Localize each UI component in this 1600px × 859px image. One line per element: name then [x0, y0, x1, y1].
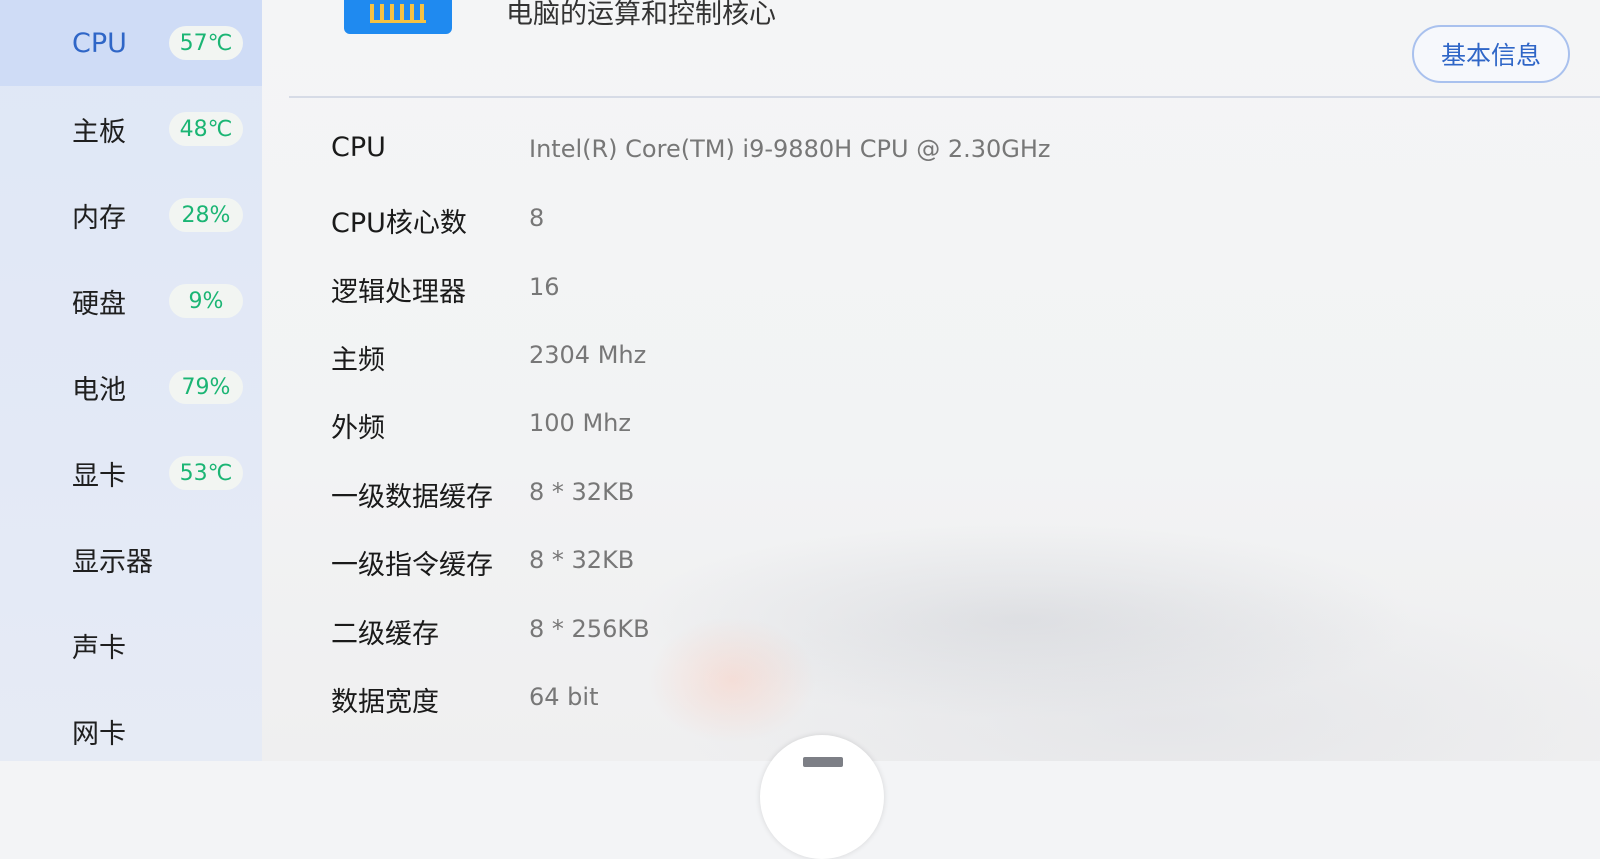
sidebar-item-network[interactable]: 网卡	[0, 688, 262, 761]
spec-value: 100 Mhz	[529, 409, 631, 437]
sidebar-item-label: 主板	[72, 116, 126, 148]
spec-label: 一级指令缓存	[331, 550, 493, 581]
spec-label: 二级缓存	[331, 619, 439, 650]
spec-value: 8 * 32KB	[529, 478, 635, 506]
temperature-badge: 48℃	[169, 112, 243, 146]
spec-row: CPU核心数 8	[262, 201, 1600, 251]
basic-info-button[interactable]: 基本信息	[1412, 25, 1570, 83]
spec-label: 外频	[331, 413, 385, 444]
spec-row: 数据宽度 64 bit	[262, 680, 1600, 730]
sidebar-item-cpu[interactable]: CPU 57℃	[0, 0, 262, 86]
sidebar-item-label: 电池	[72, 374, 126, 406]
floating-action-button[interactable]	[760, 735, 884, 859]
spec-value: 2304 Mhz	[529, 341, 647, 369]
spec-label: 主频	[331, 345, 385, 376]
spec-row: 一级指令缓存 8 * 32KB	[262, 543, 1600, 593]
cpu-chip-icon	[344, 0, 452, 34]
sidebar-item-label: 显卡	[72, 460, 126, 492]
spec-label: 一级数据缓存	[331, 482, 493, 513]
spec-value: 8 * 256KB	[529, 615, 650, 643]
chip-pins	[370, 4, 426, 23]
spec-value: 8	[529, 204, 545, 232]
sidebar-item-label: 内存	[72, 202, 126, 234]
spec-value: 8 * 32KB	[529, 546, 635, 574]
sidebar-item-display[interactable]: 显示器	[0, 516, 262, 602]
usage-badge: 9%	[169, 284, 243, 318]
sidebar: CPU 57℃ 主板 48℃ 内存 28% 硬盘 9% 电池 79% 显卡 53…	[0, 0, 262, 761]
sidebar-item-label: CPU	[72, 27, 127, 59]
spec-value: 64 bit	[529, 683, 599, 711]
divider	[289, 96, 1600, 98]
sidebar-item-label: 硬盘	[72, 288, 126, 320]
sidebar-item-motherboard[interactable]: 主板 48℃	[0, 86, 262, 172]
spec-row: CPU Intel(R) Core(TM) i9-9880H CPU @ 2.3…	[262, 132, 1600, 182]
usage-badge: 28%	[169, 198, 243, 232]
sidebar-item-sound[interactable]: 声卡	[0, 602, 262, 688]
toolbox-icon	[803, 757, 843, 767]
spec-row: 二级缓存 8 * 256KB	[262, 612, 1600, 662]
sidebar-item-label: 网卡	[72, 718, 126, 750]
sidebar-item-disk[interactable]: 硬盘 9%	[0, 258, 262, 344]
sidebar-item-memory[interactable]: 内存 28%	[0, 172, 262, 258]
spec-value: Intel(R) Core(TM) i9-9880H CPU @ 2.30GHz	[529, 135, 1051, 163]
spec-row: 主频 2304 Mhz	[262, 338, 1600, 388]
spec-label: CPU	[331, 132, 386, 163]
spec-row: 逻辑处理器 16	[262, 270, 1600, 320]
battery-badge: 79%	[169, 370, 243, 404]
page-subtitle: 电脑的运算和控制核心	[506, 0, 776, 30]
sidebar-item-label: 显示器	[72, 546, 153, 578]
sidebar-item-graphics[interactable]: 显卡 53℃	[0, 430, 262, 516]
spec-value: 16	[529, 273, 560, 301]
temperature-badge: 53℃	[169, 456, 243, 490]
sidebar-item-battery[interactable]: 电池 79%	[0, 344, 262, 430]
spec-row: 外频 100 Mhz	[262, 406, 1600, 456]
spec-label: 数据宽度	[331, 687, 439, 718]
spec-label: 逻辑处理器	[331, 277, 466, 308]
temperature-badge: 57℃	[169, 26, 243, 60]
spec-label: CPU核心数	[331, 208, 467, 239]
main-panel: 电脑的运算和控制核心 基本信息 CPU Intel(R) Core(TM) i9…	[262, 0, 1600, 859]
sidebar-item-label: 声卡	[72, 632, 126, 664]
spec-row: 一级数据缓存 8 * 32KB	[262, 475, 1600, 525]
